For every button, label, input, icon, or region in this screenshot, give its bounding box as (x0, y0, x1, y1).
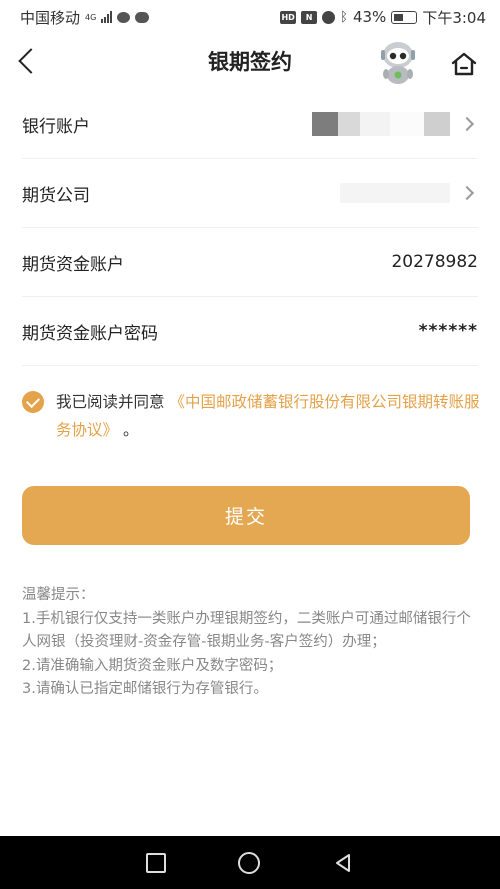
status-bar: 中国移动 4G HD N ᛒ 43% 下午3:04 (0, 0, 500, 34)
futures-company-label: 期货公司 (22, 185, 90, 206)
password-label: 期货资金账户密码 (22, 323, 158, 344)
robot-assistant-icon[interactable] (376, 38, 420, 86)
home-button-icon[interactable] (238, 851, 260, 874)
signal-icon (101, 11, 113, 23)
clock: 下午3:04 (422, 8, 486, 27)
status-right: HD N ᛒ 43% 下午3:04 (280, 7, 486, 28)
system-nav-bar (0, 836, 500, 889)
chevron-right-icon (459, 185, 475, 201)
tip-item: 1.手机银行仅支持一类账户办理银期签约，二类账户可通过邮储银行个人网银（投资理财… (22, 610, 471, 651)
chevron-right-icon (459, 116, 475, 132)
status-left: 中国移动 4G (20, 7, 150, 28)
alarm-icon (322, 10, 336, 24)
tips: 温馨提示： 1.手机银行仅支持一类账户办理银期签约，二类账户可通过邮储银行个人网… (22, 584, 478, 702)
hd-icon: HD (280, 10, 297, 24)
tip-item: 2.请准确输入期货资金账户及数字密码； (22, 657, 283, 674)
battery-percent: 43% (352, 8, 387, 26)
nfc-icon: N (301, 10, 318, 24)
submit-button[interactable]: 提交 (22, 486, 470, 545)
battery-icon (391, 10, 418, 24)
futures-account-row[interactable]: 期货资金账户 20278982 (22, 228, 478, 297)
password-input[interactable]: ****** (419, 321, 478, 341)
agreement-text: 我已阅读并同意 《中国邮政储蓄银行股份有限公司银期转账服务协议》 。 (56, 388, 482, 444)
bank-account-label: 银行账户 (22, 116, 90, 137)
checkbox-checked-icon[interactable] (22, 391, 44, 413)
bank-account-row[interactable]: 银行账户 (22, 90, 478, 159)
network-type: 4G (85, 12, 97, 22)
password-row[interactable]: 期货资金账户密码 ****** (22, 297, 478, 366)
page-title: 银期签约 (208, 50, 292, 74)
carrier-name: 中国移动 (20, 8, 81, 27)
agreement: 我已阅读并同意 《中国邮政储蓄银行股份有限公司银期转账服务协议》 。 (22, 388, 482, 444)
header: 银期签约 (0, 34, 500, 90)
futures-account-input[interactable]: 20278982 (391, 252, 478, 272)
tips-title: 温馨提示： (22, 587, 95, 603)
recent-apps-icon[interactable] (146, 852, 166, 873)
bank-account-value (312, 112, 478, 136)
agreement-prefix: 我已阅读并同意 (56, 393, 165, 411)
back-triangle-icon[interactable] (332, 852, 354, 874)
masked-account-number (312, 112, 450, 136)
bluetooth-icon: ᛒ (340, 9, 348, 25)
agreement-suffix: 。 (122, 421, 139, 439)
tip-item: 3.请确认已指定邮储银行为存管银行。 (22, 681, 268, 697)
masked-company-name (340, 183, 450, 203)
wechat-icon (135, 11, 150, 23)
futures-account-label: 期货资金账户 (22, 254, 124, 275)
futures-company-value (340, 183, 478, 203)
futures-company-row[interactable]: 期货公司 (22, 159, 478, 228)
message-icon (117, 11, 131, 23)
home-icon[interactable] (450, 50, 478, 78)
